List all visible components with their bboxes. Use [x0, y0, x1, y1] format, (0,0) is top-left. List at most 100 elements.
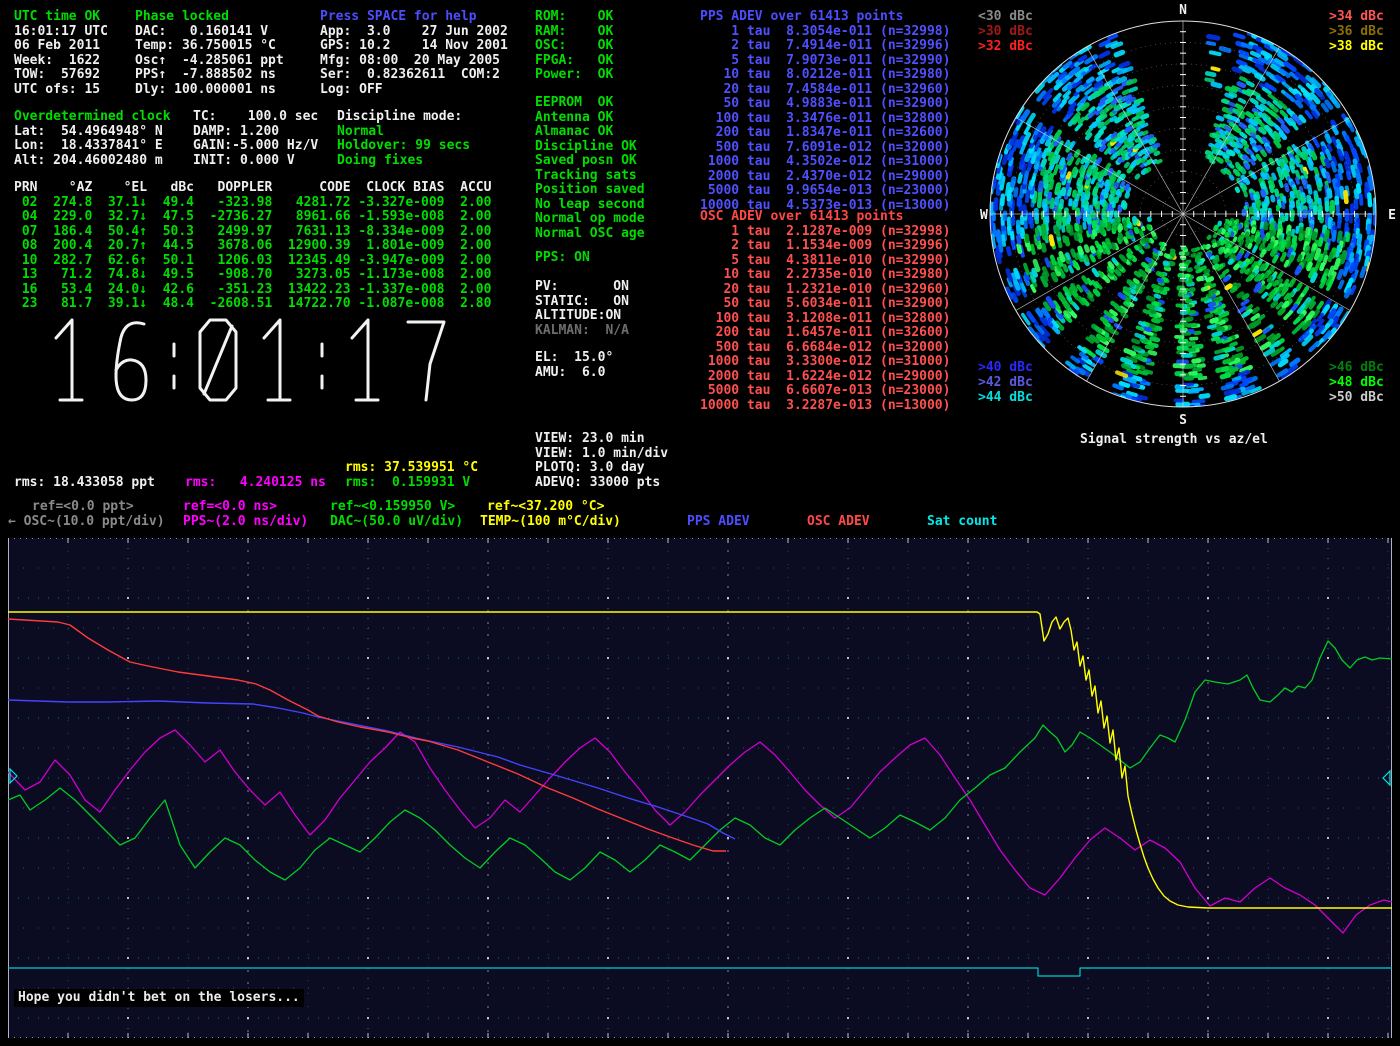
strip-chart-plot-area[interactable]: [8, 538, 1394, 1042]
grid-node: [847, 897, 849, 899]
polar-caption: Signal strength vs az/el: [1080, 433, 1268, 448]
grid-node: [367, 1017, 369, 1019]
temp-scale-label: TEMP~(100 m°C/div): [480, 515, 621, 530]
hardware-status-block: ROM: OK RAM: OK OSC: OK FPGA: OK Power: …: [535, 10, 613, 83]
grid-node: [487, 897, 489, 899]
grid-node: [847, 717, 849, 719]
pps-adev-title: PPS ADEV over 61413 points: [700, 10, 904, 25]
grid-node: [247, 837, 249, 839]
pps-adev-table: 1 tau 8.3054e-011 (n=32998) 2 tau 7.4914…: [700, 25, 950, 214]
grid-node: [727, 717, 729, 719]
grid-node: [967, 777, 969, 779]
grid-node: [247, 597, 249, 599]
grid-node: [1087, 837, 1089, 839]
pps-scale-label: PPS~(2.0 ns/div): [183, 515, 308, 530]
grid-node: [1327, 957, 1329, 959]
grid-node: [607, 897, 609, 899]
grid-node: [1207, 957, 1209, 959]
grid-node: [727, 1017, 729, 1019]
grid-node: [607, 957, 609, 959]
grid-node: [367, 717, 369, 719]
grid-node: [1327, 717, 1329, 719]
grid-node: [247, 777, 249, 779]
grid-node: [607, 777, 609, 779]
fix-modes-block: PV: ON STATIC: ON ALTITUDE:ON: [535, 280, 629, 324]
grid-node: [1207, 717, 1209, 719]
grid-node: [487, 957, 489, 959]
rms-osc: rms: 18.433058 ppt: [14, 476, 155, 491]
dac-ref-label: ref~<0.159950 V>: [330, 500, 455, 515]
discipline-mode-title: Discipline mode:: [337, 110, 462, 125]
grid-node: [247, 717, 249, 719]
grid-node: [127, 897, 129, 899]
digital-clock-display: [20, 306, 490, 410]
grid-node: [1207, 1017, 1209, 1019]
grid-node: [127, 957, 129, 959]
grid-node: [727, 957, 729, 959]
status-message: Hope you didn't bet on the losers...: [14, 989, 304, 1007]
grid-node: [1087, 1017, 1089, 1019]
grid-node: [847, 597, 849, 599]
grid-node: [967, 1017, 969, 1019]
grid-node: [847, 1017, 849, 1019]
grid-node: [1327, 597, 1329, 599]
grid-node: [1087, 897, 1089, 899]
grid-node: [1207, 657, 1209, 659]
grid-node: [607, 657, 609, 659]
help-hint: Press SPACE for help: [320, 10, 477, 25]
sat-count-plot-label: Sat count: [927, 515, 997, 530]
grid-node: [1327, 1017, 1329, 1019]
grid-node: [487, 597, 489, 599]
compass-label: W: [980, 208, 988, 223]
grid-node: [967, 597, 969, 599]
dac-scale-label: DAC~(50.0 uV/div): [330, 515, 463, 530]
grid-node: [1207, 597, 1209, 599]
grid-node: [607, 597, 609, 599]
grid-node: [247, 657, 249, 659]
pps-status: PPS: ON: [535, 251, 590, 266]
grid-node: [967, 957, 969, 959]
grid-node: [247, 1017, 249, 1019]
rms-dac: rms: 0.159931 V: [345, 476, 470, 491]
kalman-status: KALMAN: N/A: [535, 324, 629, 339]
pps-adev-plot-label: PPS ADEV: [687, 515, 750, 530]
grid-node: [847, 837, 849, 839]
az-el-signal-map: NSWE: [975, 0, 1400, 425]
grid-node: [967, 897, 969, 899]
grid-node: [727, 597, 729, 599]
grid-node: [607, 837, 609, 839]
temp-ref-label: ref~<37.200 °C>: [487, 500, 604, 515]
compass-label: N: [1179, 3, 1187, 18]
lady-heather-screen: UTC time OK 16:01:17 UTC 06 Feb 2011 Wee…: [0, 0, 1400, 1046]
grid-node: [247, 897, 249, 899]
grid-node: [1327, 897, 1329, 899]
sat-table-rows: 02 274.8 37.1↓ 49.4 -323.98 4281.72 -3.3…: [14, 196, 491, 312]
grid-node: [1327, 777, 1329, 779]
pps-ref-label: ref=<0.0 ns>: [183, 500, 277, 515]
grid-node: [127, 597, 129, 599]
grid-node: [967, 717, 969, 719]
mask-block: EL: 15.0° AMU: 6.0: [535, 351, 613, 380]
osc-scale-label: ← OSC~(10.0 ppt/div): [8, 515, 165, 530]
grid-node: [487, 1017, 489, 1019]
grid-node: [247, 957, 249, 959]
grid-node: [967, 657, 969, 659]
grid-node: [487, 717, 489, 719]
grid-node: [367, 657, 369, 659]
gps-flags-block: EEPROM OK Antenna OK Almanac OK Discipli…: [535, 96, 645, 241]
grid-node: [1087, 717, 1089, 719]
grid-node: [367, 897, 369, 899]
grid-node: [367, 777, 369, 779]
oscillator-block: DAC: 0.160141 V Temp: 36.750015 °C Osc↑ …: [135, 25, 284, 98]
grid-node: [127, 657, 129, 659]
grid-node: [1207, 777, 1209, 779]
grid-node: [367, 597, 369, 599]
grid-node: [1327, 837, 1329, 839]
grid-node: [727, 657, 729, 659]
sat-table-header: PRN °AZ °EL dBc DOPPLER CODE CLOCK BIAS …: [14, 181, 491, 196]
grid-node: [1207, 837, 1209, 839]
grid-node: [967, 837, 969, 839]
grid-node: [1087, 957, 1089, 959]
grid-node: [727, 837, 729, 839]
grid-node: [127, 777, 129, 779]
